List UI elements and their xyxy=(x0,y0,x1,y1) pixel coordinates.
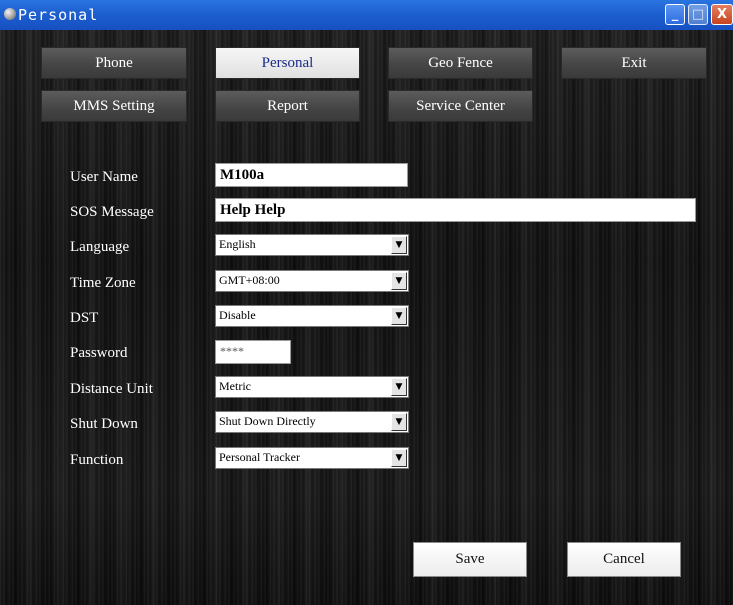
nav-phone-button[interactable]: Phone xyxy=(41,47,187,79)
chevron-down-icon[interactable]: ▼ xyxy=(391,307,407,325)
chevron-down-icon[interactable]: ▼ xyxy=(391,449,407,467)
function-select[interactable]: Personal Tracker ▼ xyxy=(215,447,409,469)
shut-down-select[interactable]: Shut Down Directly ▼ xyxy=(215,411,409,433)
chevron-down-icon[interactable]: ▼ xyxy=(391,272,407,290)
title-bar[interactable]: Personal _ □ X xyxy=(0,0,733,30)
nav-service-center-button[interactable]: Service Center xyxy=(388,90,533,122)
function-label: Function xyxy=(70,452,124,468)
language-select[interactable]: English ▼ xyxy=(215,234,409,256)
password-field[interactable]: **** xyxy=(215,340,291,364)
language-label: Language xyxy=(70,239,130,255)
user-name-field[interactable]: M100a xyxy=(215,163,408,187)
function-value: Personal Tracker xyxy=(219,450,300,464)
chevron-down-icon[interactable]: ▼ xyxy=(391,236,407,254)
maximize-button[interactable]: □ xyxy=(688,4,708,25)
sos-message-field[interactable]: Help Help xyxy=(215,198,696,222)
nav-report-button[interactable]: Report xyxy=(215,90,360,122)
window-title: Personal xyxy=(18,6,99,24)
distance-unit-label: Distance Unit xyxy=(70,381,153,397)
distance-unit-select[interactable]: Metric ▼ xyxy=(215,376,409,398)
personal-window: Personal _ □ X Phone Personal Geo Fence … xyxy=(0,0,733,605)
shut-down-label: Shut Down xyxy=(70,416,138,432)
distance-unit-value: Metric xyxy=(219,379,251,393)
close-button[interactable]: X xyxy=(711,4,733,25)
app-icon xyxy=(4,8,16,20)
cancel-button[interactable]: Cancel xyxy=(567,542,681,577)
nav-mms-setting-button[interactable]: MMS Setting xyxy=(41,90,187,122)
content-area: Phone Personal Geo Fence Exit MMS Settin… xyxy=(0,30,733,605)
dst-select[interactable]: Disable ▼ xyxy=(215,305,409,327)
time-zone-select[interactable]: GMT+08:00 ▼ xyxy=(215,270,409,292)
shut-down-value: Shut Down Directly xyxy=(219,414,316,428)
save-button[interactable]: Save xyxy=(413,542,527,577)
time-zone-label: Time Zone xyxy=(70,275,136,291)
chevron-down-icon[interactable]: ▼ xyxy=(391,378,407,396)
minimize-button[interactable]: _ xyxy=(665,4,685,25)
language-value: English xyxy=(219,237,256,251)
nav-geo-fence-button[interactable]: Geo Fence xyxy=(388,47,533,79)
sos-message-label: SOS Message xyxy=(70,204,154,220)
dst-value: Disable xyxy=(219,308,256,322)
chevron-down-icon[interactable]: ▼ xyxy=(391,413,407,431)
nav-personal-button[interactable]: Personal xyxy=(215,47,360,79)
dst-label: DST xyxy=(70,310,99,326)
nav-exit-button[interactable]: Exit xyxy=(561,47,707,79)
time-zone-value: GMT+08:00 xyxy=(219,273,280,287)
user-name-label: User Name xyxy=(70,169,138,185)
password-label: Password xyxy=(70,345,128,361)
